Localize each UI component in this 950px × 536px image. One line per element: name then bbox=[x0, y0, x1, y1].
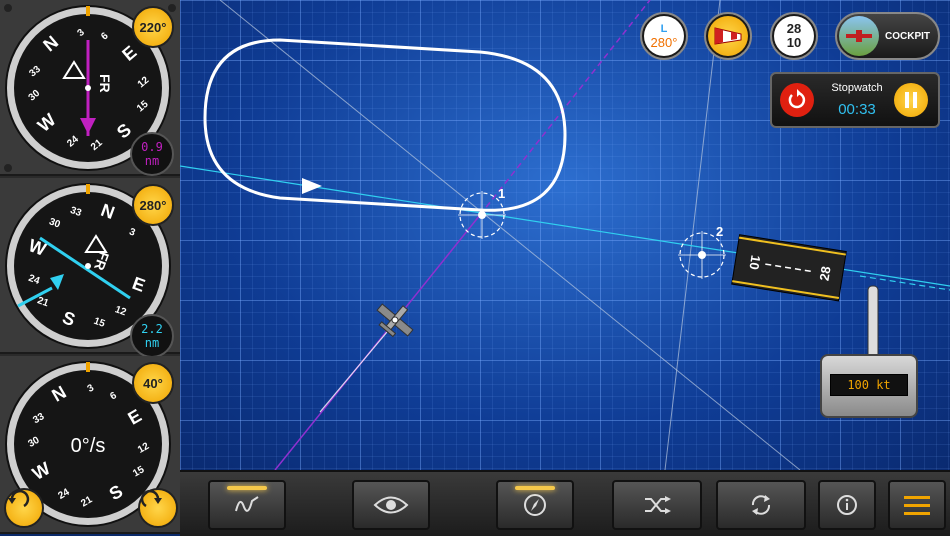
pause-icon bbox=[905, 92, 917, 108]
info-button[interactable] bbox=[818, 480, 876, 530]
rotate-right-icon bbox=[140, 490, 162, 508]
runway-select-button[interactable]: 28 10 bbox=[770, 12, 818, 60]
svg-text:28: 28 bbox=[817, 265, 834, 282]
cockpit-button[interactable]: COCKPIT bbox=[835, 12, 940, 60]
stopwatch-reset-button[interactable] bbox=[780, 83, 814, 117]
windsock-icon bbox=[714, 27, 742, 45]
pen-scribble-icon bbox=[235, 496, 259, 512]
waypoint-2[interactable]: 2 bbox=[678, 224, 726, 279]
menu-button[interactable] bbox=[888, 480, 946, 530]
info-icon bbox=[837, 495, 857, 515]
turn-rate-instrument: N E S W 3 6 12 15 21 24 30 33 0°/s 40° bbox=[0, 356, 180, 534]
menu-icon bbox=[904, 496, 930, 515]
instrument-panel: N E S W 3 6 12 15 21 24 30 33 FR 220° 0.… bbox=[0, 0, 180, 534]
eye-icon bbox=[373, 496, 409, 514]
reset-icon bbox=[788, 89, 806, 109]
draw-button[interactable] bbox=[208, 480, 286, 530]
holding-pattern[interactable] bbox=[203, 38, 567, 212]
throttle-lever[interactable] bbox=[867, 285, 879, 359]
svg-text:2: 2 bbox=[716, 224, 723, 239]
wind-button[interactable]: L 280° bbox=[640, 12, 688, 60]
stopwatch-time: 00:33 bbox=[838, 101, 876, 118]
fr-label: FR bbox=[97, 74, 113, 93]
view-button[interactable] bbox=[352, 480, 430, 530]
heading-badge[interactable]: 40° bbox=[132, 362, 174, 404]
heading-badge[interactable]: 220° bbox=[132, 6, 174, 48]
heading-badge[interactable]: 280° bbox=[132, 184, 174, 226]
svg-text:1: 1 bbox=[498, 186, 505, 201]
rotate-left-button[interactable] bbox=[4, 488, 44, 528]
hsi-instrument-1: N E S W 3 6 12 15 21 24 30 33 FR 220° 0.… bbox=[0, 0, 180, 176]
hsi-instrument-2: N E S W 3 12 15 21 24 30 33 FR 280° 2.2 bbox=[0, 178, 180, 358]
distance-readout: 0.9 nm bbox=[130, 132, 174, 176]
stopwatch-pause-button[interactable] bbox=[894, 83, 928, 117]
refresh-icon bbox=[751, 495, 771, 515]
compass-icon bbox=[524, 494, 546, 516]
waypoint-1[interactable]: 1 bbox=[458, 186, 506, 239]
rotate-right-button[interactable] bbox=[138, 488, 178, 528]
turn-rate-label: 0°/s bbox=[71, 435, 106, 457]
reset-view-button[interactable] bbox=[716, 480, 806, 530]
aircraft-icon[interactable] bbox=[371, 295, 421, 344]
compass-button[interactable] bbox=[496, 480, 574, 530]
runway[interactable]: 10 28 bbox=[731, 234, 847, 302]
windsock-button[interactable] bbox=[704, 12, 752, 60]
speed-panel[interactable]: 100 kt bbox=[820, 354, 918, 418]
map-view[interactable]: 1 2 10 28 100 kt L 280° 28 10 COCKPIT St… bbox=[180, 0, 950, 470]
svg-text:10: 10 bbox=[746, 254, 763, 271]
stopwatch-title: Stopwatch bbox=[831, 82, 883, 94]
distance-readout: 2.2 nm bbox=[130, 314, 174, 358]
shuffle-icon bbox=[645, 496, 671, 514]
bottom-toolbar bbox=[180, 470, 950, 536]
cockpit-icon bbox=[839, 16, 879, 56]
speed-readout: 100 kt bbox=[830, 374, 908, 396]
shuffle-button[interactable] bbox=[612, 480, 702, 530]
stopwatch-panel: Stopwatch 00:33 bbox=[770, 72, 940, 128]
rotate-left-icon bbox=[8, 490, 30, 508]
